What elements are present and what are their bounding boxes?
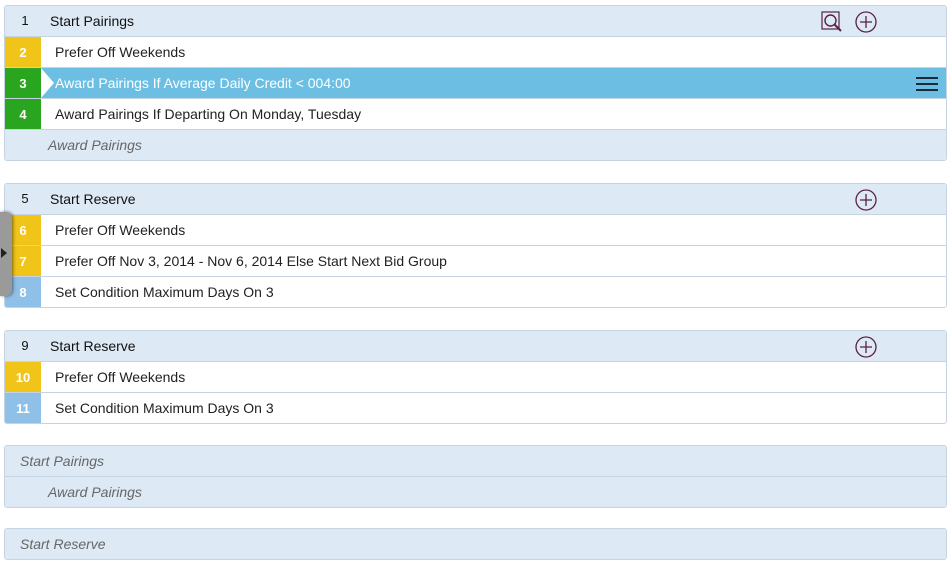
add-rule-icon[interactable] xyxy=(855,189,877,211)
start-reserve-placeholder[interactable]: Start Reserve xyxy=(5,529,946,559)
hamburger-menu-icon[interactable] xyxy=(916,77,938,91)
placeholder-group-reserve: Start Reserve xyxy=(4,528,947,560)
rule-row[interactable]: 10 Prefer Off Weekends xyxy=(5,361,946,392)
rule-label: Prefer Off Weekends xyxy=(55,222,186,238)
rule-label: Prefer Off Nov 3, 2014 - Nov 6, 2014 Els… xyxy=(55,253,447,269)
rule-row[interactable]: 7 Prefer Off Nov 3, 2014 - Nov 6, 2014 E… xyxy=(5,245,946,276)
rule-badge: 3 xyxy=(5,68,54,98)
rule-label: Award Pairings If Average Daily Credit <… xyxy=(55,75,351,91)
placeholder-label: Start Reserve xyxy=(20,536,106,552)
group-header[interactable]: 1 Start Pairings xyxy=(5,6,946,36)
group-number: 9 xyxy=(21,338,29,353)
rule-label: Set Condition Maximum Days On 3 xyxy=(55,400,274,416)
bid-group-5: 5 Start Reserve 6 Prefer Off Weekends 7 … xyxy=(4,183,947,308)
side-panel-handle[interactable] xyxy=(0,212,12,296)
rule-label: Prefer Off Weekends xyxy=(55,44,186,60)
rule-label: Prefer Off Weekends xyxy=(55,369,186,385)
rule-row[interactable]: 4 Award Pairings If Departing On Monday,… xyxy=(5,98,946,129)
rule-row[interactable]: 6 Prefer Off Weekends xyxy=(5,214,946,245)
award-pairings-placeholder[interactable]: Award Pairings xyxy=(5,476,946,507)
group-number: 5 xyxy=(21,191,29,206)
rule-badge: 2 xyxy=(5,37,54,67)
group-header[interactable]: 5 Start Reserve xyxy=(5,184,946,214)
rule-row[interactable]: 8 Set Condition Maximum Days On 3 xyxy=(5,276,946,307)
rule-label: Set Condition Maximum Days On 3 xyxy=(55,284,274,300)
rule-label: Award Pairings If Departing On Monday, T… xyxy=(55,106,362,122)
rule-row[interactable]: 11 Set Condition Maximum Days On 3 xyxy=(5,392,946,423)
group-number: 1 xyxy=(21,13,29,28)
add-rule-icon[interactable] xyxy=(855,11,877,33)
bid-group-1: 1 Start Pairings 2 Prefer Off Weekends 3… xyxy=(4,5,947,161)
rule-badge: 4 xyxy=(5,99,54,129)
placeholder-label: Award Pairings xyxy=(48,484,142,500)
placeholder-label: Award Pairings xyxy=(48,137,142,153)
search-icon[interactable] xyxy=(821,11,843,33)
placeholder-label: Start Pairings xyxy=(20,453,105,469)
rule-badge: 11 xyxy=(5,393,54,423)
group-title: Start Pairings xyxy=(50,13,135,29)
bid-group-9: 9 Start Reserve 10 Prefer Off Weekends 1… xyxy=(4,330,947,424)
rule-row[interactable]: 2 Prefer Off Weekends xyxy=(5,36,946,67)
group-header[interactable]: 9 Start Reserve xyxy=(5,331,946,361)
award-placeholder[interactable]: Award Pairings xyxy=(5,129,946,160)
start-pairings-placeholder[interactable]: Start Pairings xyxy=(5,446,946,476)
add-rule-icon[interactable] xyxy=(855,336,877,358)
placeholder-group-pairings: Start Pairings Award Pairings xyxy=(4,445,947,508)
rule-badge: 10 xyxy=(5,362,54,392)
group-title: Start Reserve xyxy=(50,338,136,354)
rule-row-selected[interactable]: 3 Award Pairings If Average Daily Credit… xyxy=(5,67,946,98)
group-title: Start Reserve xyxy=(50,191,136,207)
